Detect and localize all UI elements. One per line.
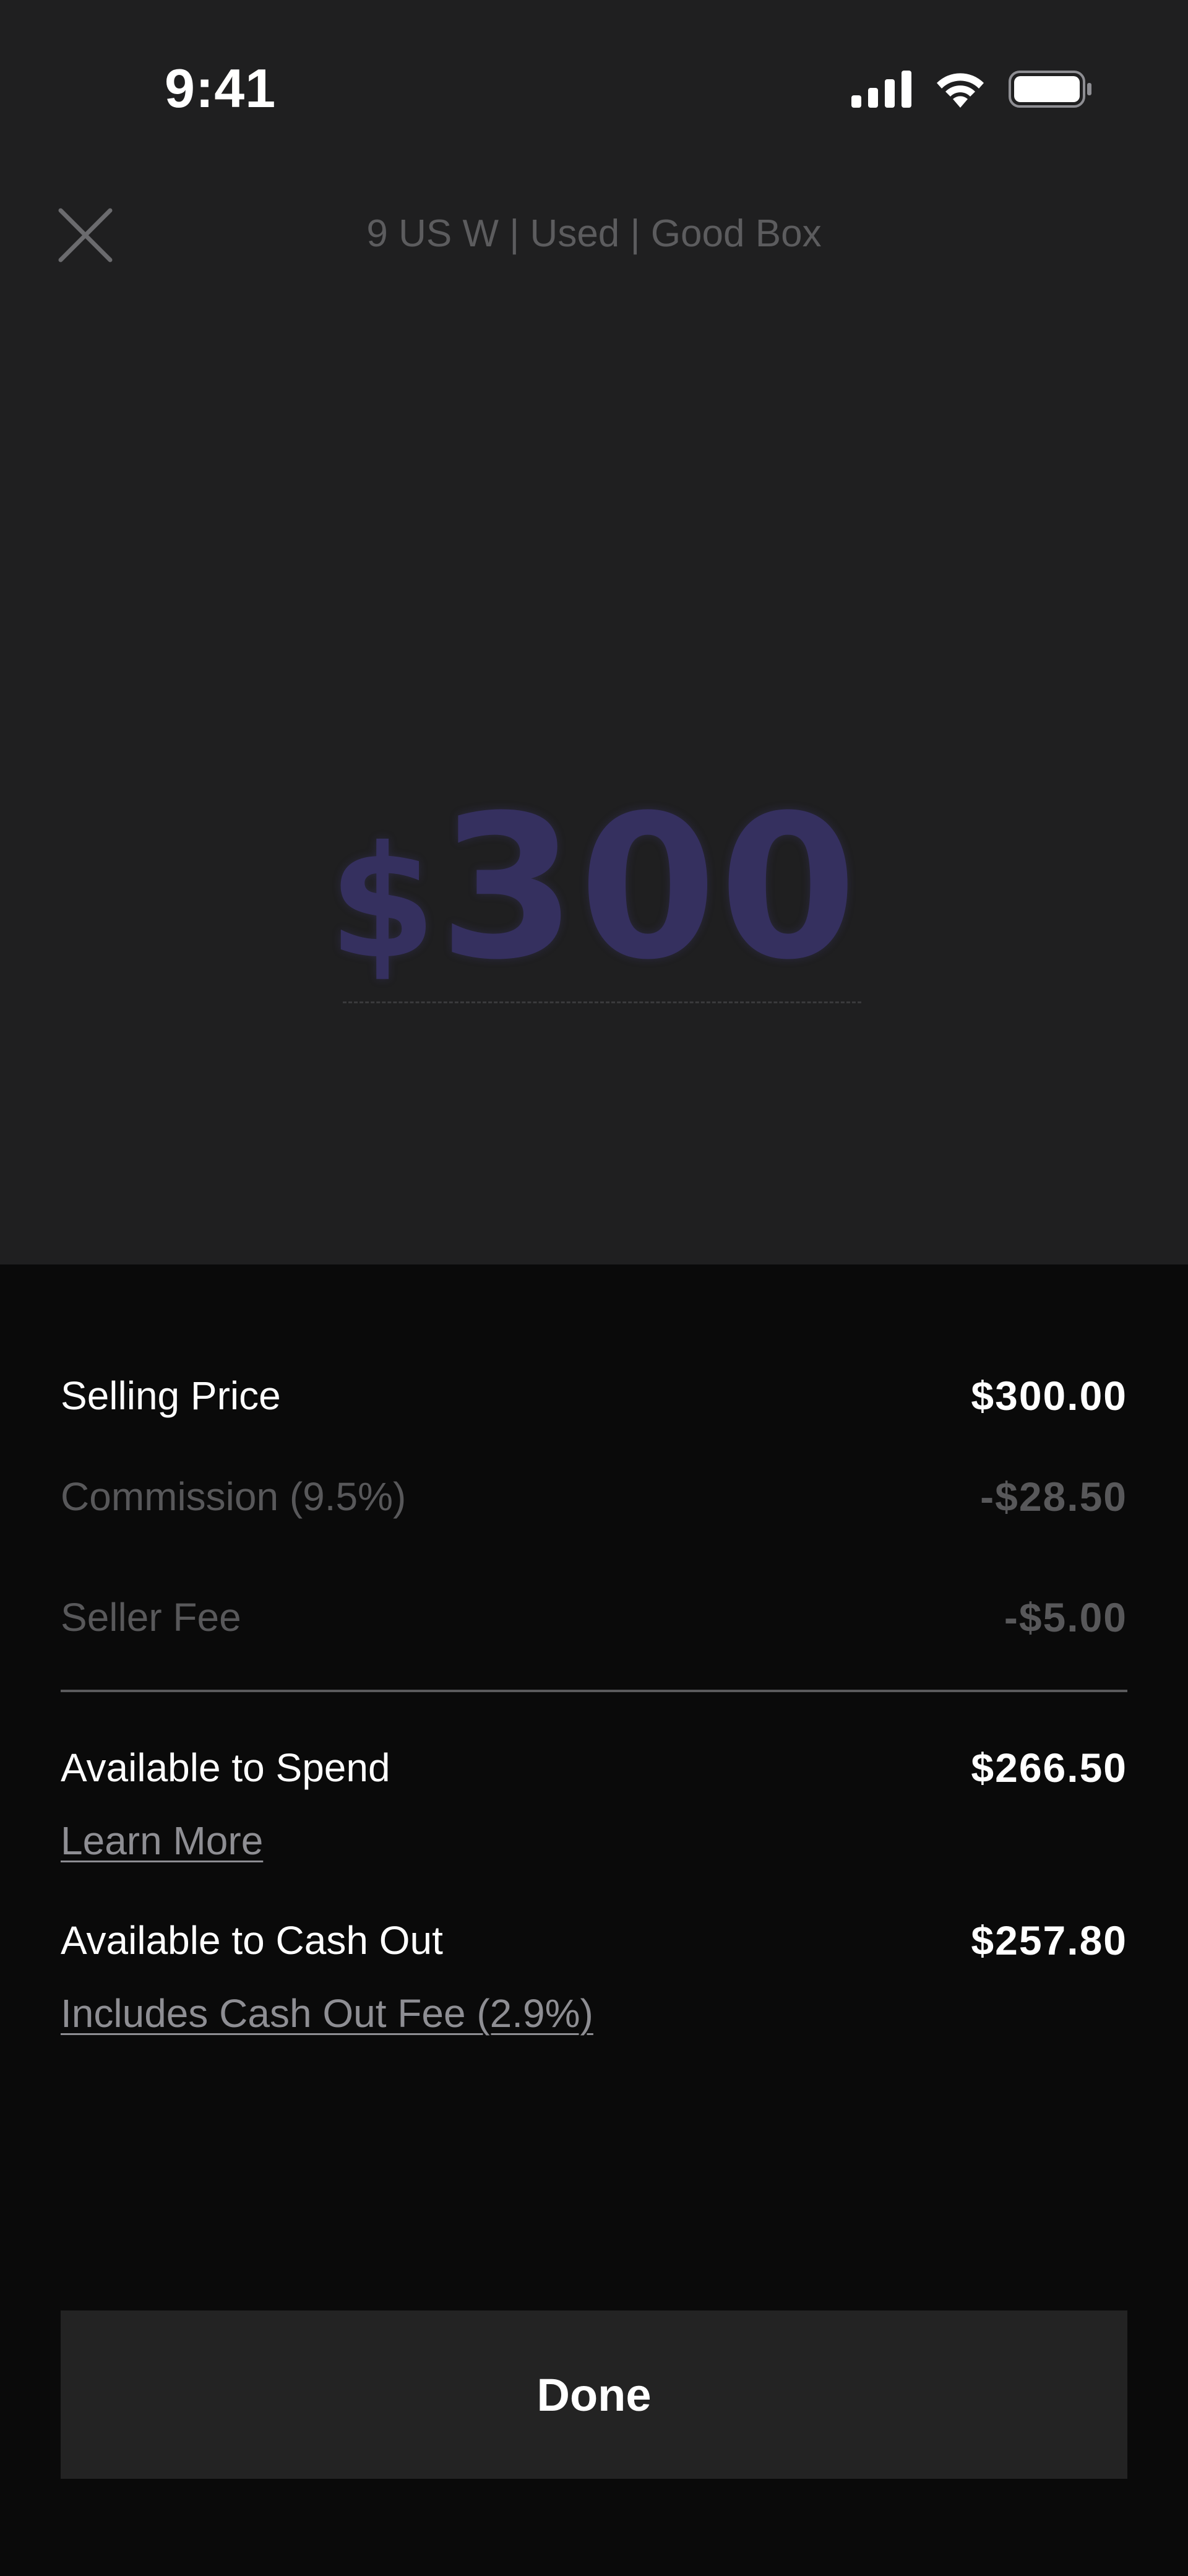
available-to-spend-value: $266.50: [971, 1745, 1127, 1791]
currency-symbol: $: [329, 813, 439, 993]
size-condition-title: 9 US W | Used | Good Box: [366, 212, 822, 255]
available-to-cash-out-row: Available to Cash Out $257.80: [61, 1913, 1127, 1968]
payout-breakdown-sheet: Selling Price $300.00 Commission (9.5%) …: [0, 1264, 1188, 2576]
price-amount: 300: [438, 773, 859, 1003]
cash-out-fee-link[interactable]: Includes Cash Out Fee (2.9%): [61, 1986, 593, 2041]
divider: [61, 1690, 1127, 1692]
price-underline: [343, 1001, 861, 1003]
selling-price-value: $300.00: [971, 1373, 1127, 1419]
available-to-cash-out-label: Available to Cash Out: [61, 1918, 443, 1963]
available-to-spend-row: Available to Spend $266.50: [61, 1740, 1127, 1796]
commission-value: -$28.50: [980, 1474, 1127, 1519]
wifi-icon: [937, 73, 984, 108]
battery-icon: [1009, 71, 1091, 108]
available-to-cash-out-value: $257.80: [971, 1917, 1127, 1963]
learn-more-link[interactable]: Learn More: [61, 1813, 263, 1869]
seller-fee-label: Seller Fee: [61, 1595, 241, 1640]
selling-price-label: Selling Price: [61, 1373, 281, 1418]
selling-price-row: Selling Price $300.00: [61, 1368, 1127, 1424]
seller-fee-row: Seller Fee -$5.00: [61, 1589, 1127, 1645]
price-input[interactable]: $300: [322, 764, 866, 1012]
status-time: 9:41: [165, 58, 277, 119]
commission-label: Commission (9.5%): [61, 1474, 407, 1519]
signal-icon: [851, 71, 911, 108]
status-bar: 9:41: [0, 0, 1188, 161]
header: 9 US W | Used | Good Box: [0, 186, 1188, 285]
available-to-spend-label: Available to Spend: [61, 1745, 390, 1790]
price-entry-area: 9:41 9 US W | Used | Good Box $300: [0, 0, 1188, 1264]
commission-row: Commission (9.5%) -$28.50: [61, 1469, 1127, 1524]
seller-fee-value: -$5.00: [1004, 1594, 1127, 1640]
price-value: $300: [329, 764, 859, 1027]
done-button[interactable]: Done: [61, 2310, 1127, 2479]
